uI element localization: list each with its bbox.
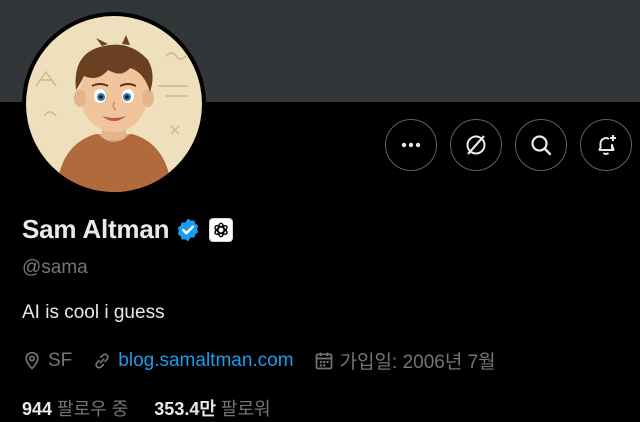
location-pin-icon bbox=[22, 351, 42, 371]
name-row: Sam Altman bbox=[22, 214, 234, 245]
followers-label: 팔로워 bbox=[220, 399, 271, 419]
location-item: SF bbox=[22, 350, 72, 372]
notification-add-icon bbox=[594, 133, 618, 157]
more-button[interactable] bbox=[385, 119, 437, 171]
more-icon bbox=[400, 134, 422, 156]
avatar[interactable] bbox=[26, 16, 202, 192]
grok-icon bbox=[464, 133, 488, 157]
profile-actions bbox=[385, 119, 632, 171]
profile-stats: 944 팔로우 중 353.4만 팔로워 bbox=[22, 395, 297, 421]
profile-bio: AI is cool i guess bbox=[22, 302, 165, 323]
website-item: blog.samaltman.com bbox=[92, 350, 294, 372]
following-stat[interactable]: 944 팔로우 중 bbox=[22, 395, 128, 421]
verified-badge-icon[interactable] bbox=[175, 217, 201, 243]
website-link[interactable]: blog.samaltman.com bbox=[118, 350, 293, 372]
profile-handle: @sama bbox=[22, 257, 88, 278]
following-label: 팔로우 중 bbox=[57, 399, 129, 419]
calendar-icon bbox=[314, 351, 334, 371]
profile-meta: SF blog.samaltman.com 가입일: 2006년 7월 bbox=[22, 347, 516, 374]
notification-add-button[interactable] bbox=[580, 119, 632, 171]
location-text: SF bbox=[48, 349, 73, 371]
link-icon bbox=[92, 351, 112, 371]
followers-stat[interactable]: 353.4만 팔로워 bbox=[154, 395, 270, 421]
joined-item: 가입일: 2006년 7월 bbox=[314, 347, 496, 374]
profile-name: Sam Altman bbox=[22, 214, 170, 244]
search-icon bbox=[529, 133, 553, 157]
openai-logo-icon[interactable] bbox=[209, 217, 234, 242]
search-button[interactable] bbox=[515, 119, 567, 171]
avatar-ring bbox=[22, 12, 206, 196]
following-count: 944 bbox=[22, 399, 53, 419]
grok-button[interactable] bbox=[450, 119, 502, 171]
followers-count: 353.4만 bbox=[154, 399, 216, 419]
joined-text: 가입일: 2006년 7월 bbox=[339, 352, 496, 373]
